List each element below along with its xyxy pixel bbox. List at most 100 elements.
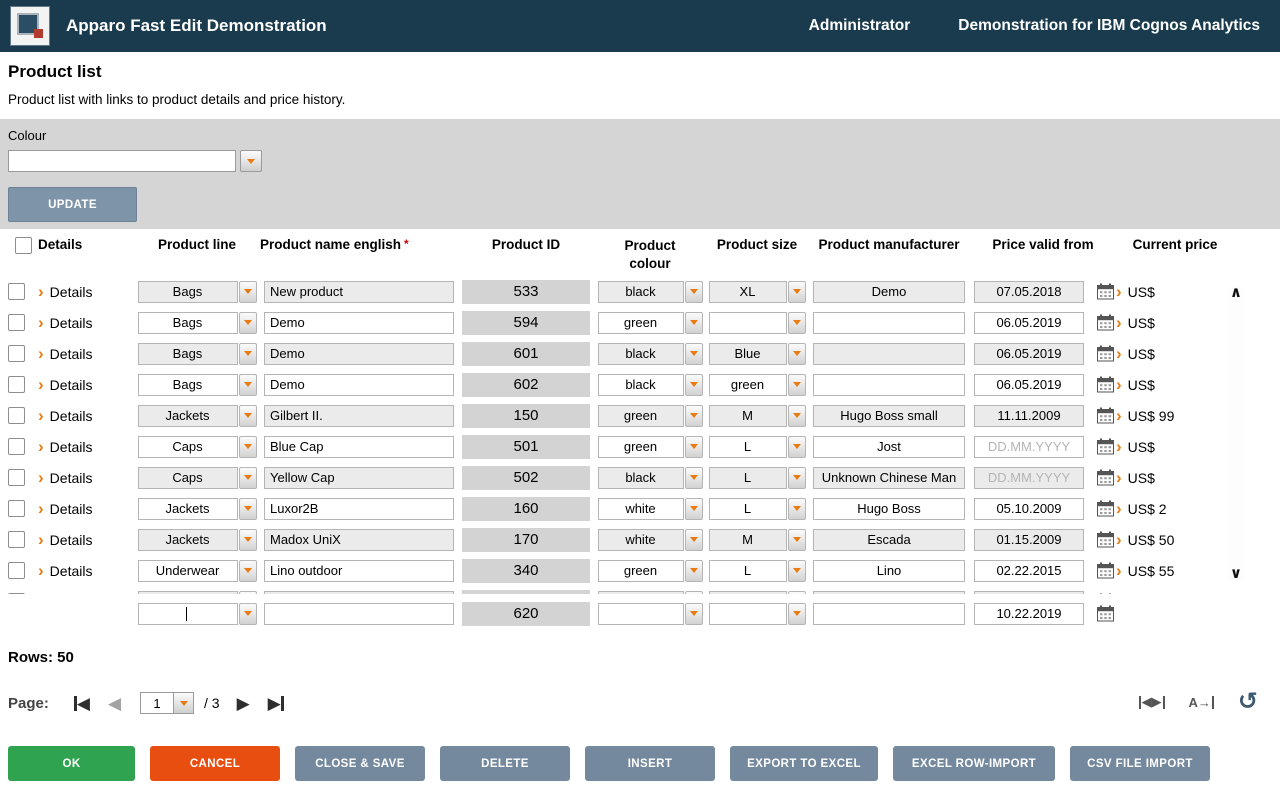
dropdown-button[interactable] (239, 591, 257, 595)
excel-row-import-button[interactable]: EXCEL ROW-IMPORT (893, 746, 1055, 781)
calendar-icon[interactable] (1097, 500, 1114, 517)
dropdown-value[interactable] (138, 591, 238, 595)
dropdown-value[interactable]: green (598, 560, 684, 582)
row-checkbox[interactable] (8, 531, 25, 548)
row-checkbox[interactable] (8, 593, 25, 594)
product-name-input[interactable]: Demo (264, 374, 454, 396)
vertical-scrollbar[interactable]: ∧ ∨ (1228, 285, 1244, 581)
dropdown-value[interactable]: L (709, 560, 787, 582)
dropdown-button[interactable] (239, 281, 257, 303)
dropdown-button[interactable] (685, 467, 703, 489)
dropdown-value[interactable]: green (598, 405, 684, 427)
dropdown-button[interactable] (685, 436, 703, 458)
dropdown-button[interactable] (239, 405, 257, 427)
current-price[interactable]: US$ (1128, 470, 1155, 486)
manufacturer-input[interactable]: Escada (813, 529, 965, 551)
cancel-button[interactable]: CANCEL (150, 746, 280, 781)
details-link[interactable]: Details (50, 439, 93, 455)
details-link[interactable]: Details (50, 315, 93, 331)
dropdown-value[interactable]: Bags (138, 374, 238, 396)
dropdown-button[interactable] (788, 281, 806, 303)
manufacturer-input[interactable]: Lino (813, 560, 965, 582)
calendar-icon[interactable] (1097, 376, 1114, 393)
manufacturer-input[interactable] (813, 603, 965, 625)
dropdown-button[interactable] (239, 603, 257, 625)
date-input[interactable] (974, 591, 1084, 595)
page-dropdown-button[interactable] (174, 692, 194, 714)
dropdown-button[interactable] (685, 591, 703, 595)
current-price[interactable]: US$ (1128, 377, 1155, 393)
row-checkbox[interactable] (8, 469, 25, 486)
select-all-checkbox[interactable] (15, 237, 32, 254)
current-price[interactable]: US$ 99 (1128, 408, 1175, 424)
dropdown-button[interactable] (685, 498, 703, 520)
dropdown-button[interactable] (685, 529, 703, 551)
dropdown-value[interactable] (598, 591, 684, 595)
date-input[interactable]: 07.05.2018 (974, 281, 1084, 303)
details-link[interactable]: Details (50, 532, 93, 548)
dropdown-value[interactable]: black (598, 281, 684, 303)
last-page-button[interactable]: ▶ (268, 695, 284, 712)
dropdown-value[interactable]: Jackets (138, 529, 238, 551)
calendar-icon[interactable] (1097, 438, 1114, 455)
dropdown-value[interactable]: Bags (138, 312, 238, 334)
page-number-input[interactable]: 1 (140, 692, 174, 714)
date-input[interactable]: 06.05.2019 (974, 312, 1084, 334)
dropdown-button[interactable] (788, 591, 806, 595)
calendar-icon[interactable] (1097, 562, 1114, 579)
colour-filter-dropdown-button[interactable] (240, 150, 262, 172)
dropdown-button[interactable] (788, 436, 806, 458)
dropdown-value[interactable] (709, 312, 787, 334)
current-price[interactable]: US$ (1128, 346, 1155, 362)
row-checkbox[interactable] (8, 407, 25, 424)
reset-icon[interactable]: ↺ (1238, 690, 1258, 714)
dropdown-button[interactable] (239, 343, 257, 365)
date-input[interactable]: 11.11.2009 (974, 405, 1084, 427)
calendar-icon[interactable] (1097, 605, 1114, 622)
product-name-input[interactable]: Luxor2B (264, 498, 454, 520)
dropdown-button[interactable] (685, 281, 703, 303)
dropdown-value[interactable]: Jackets (138, 498, 238, 520)
dropdown-button[interactable] (685, 603, 703, 625)
dropdown-value[interactable]: black (598, 467, 684, 489)
date-input[interactable]: 01.15.2009 (974, 529, 1084, 551)
dropdown-button[interactable] (685, 405, 703, 427)
dropdown-value[interactable] (709, 603, 787, 625)
manufacturer-input[interactable] (813, 343, 965, 365)
current-price[interactable]: US$ 55 (1128, 563, 1175, 579)
previous-page-button[interactable]: ◀ (108, 695, 121, 712)
current-price[interactable]: US$ 50 (1128, 532, 1175, 548)
dropdown-value[interactable]: Underwear (138, 560, 238, 582)
row-checkbox[interactable] (8, 345, 25, 362)
details-link[interactable]: Details (50, 563, 93, 579)
product-name-input[interactable]: Yellow Cap (264, 467, 454, 489)
product-name-input[interactable]: Madox UniX (264, 529, 454, 551)
manufacturer-input[interactable]: Unknown Chinese Man (813, 467, 965, 489)
product-name-input[interactable]: Demo (264, 312, 454, 334)
dropdown-button[interactable] (685, 312, 703, 334)
dropdown-value[interactable]: green (709, 374, 787, 396)
dropdown-button[interactable] (685, 343, 703, 365)
dropdown-value[interactable]: Jackets (138, 405, 238, 427)
product-name-input[interactable]: Blue Cap (264, 436, 454, 458)
dropdown-button[interactable] (788, 312, 806, 334)
calendar-icon[interactable] (1097, 407, 1114, 424)
calendar-icon[interactable] (1097, 283, 1114, 300)
current-price[interactable]: US$ (1128, 315, 1155, 331)
row-checkbox[interactable] (8, 314, 25, 331)
product-name-input[interactable]: Demo (264, 343, 454, 365)
dropdown-value[interactable]: L (709, 498, 787, 520)
row-checkbox[interactable] (8, 438, 25, 455)
dropdown-button[interactable] (788, 405, 806, 427)
delete-button[interactable]: DELETE (440, 746, 570, 781)
details-link[interactable]: Details (50, 284, 93, 300)
dropdown-value[interactable]: L (709, 467, 787, 489)
date-input[interactable]: 10.22.2019 (974, 603, 1084, 625)
dropdown-button[interactable] (788, 560, 806, 582)
insert-button[interactable]: INSERT (585, 746, 715, 781)
current-price[interactable]: US$ (1128, 284, 1155, 300)
calendar-icon[interactable] (1097, 593, 1114, 594)
date-input[interactable]: 02.22.2015 (974, 560, 1084, 582)
dropdown-value[interactable]: L (709, 436, 787, 458)
first-page-button[interactable]: ◀ (74, 695, 90, 712)
